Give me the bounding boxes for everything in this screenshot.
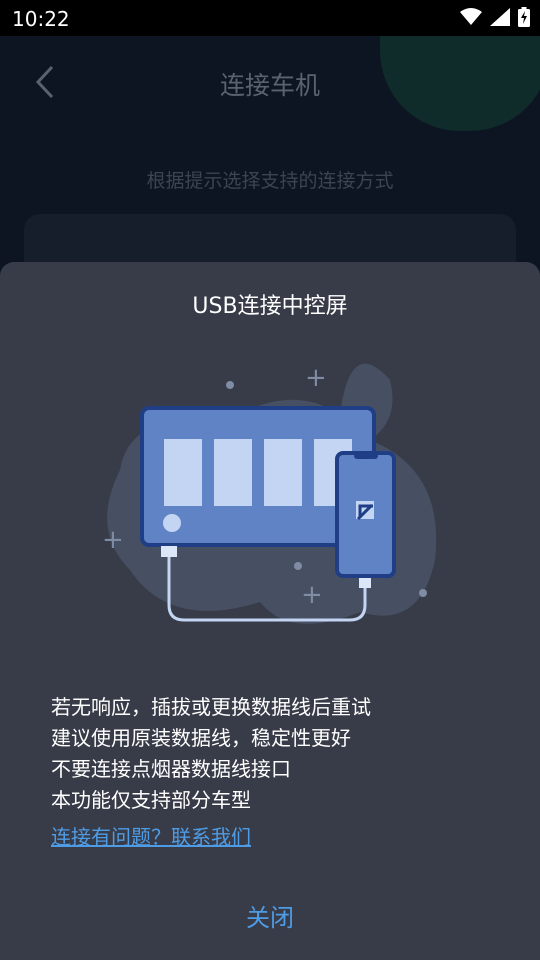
tip-line: 若无响应，插拔或更换数据线后重试 (51, 695, 371, 719)
usb-connection-dialog: USB连接中控屏 + + + 若无响应，插拔或更换数据线后重试 建议使用原装数据… (0, 262, 540, 960)
tip-line: 建议使用原装数据线，稳定性更好 (51, 726, 351, 750)
plus-icon: + (305, 363, 327, 393)
tip-line: 本功能仅支持部分车型 (51, 788, 251, 812)
usb-connection-illustration: + + + (102, 363, 437, 624)
tips-list: 若无响应，插拔或更换数据线后重试 建议使用原装数据线，稳定性更好 不要连接点烟器… (51, 692, 371, 816)
dot-icon (226, 381, 234, 389)
dot-icon (294, 562, 302, 570)
contact-us-link[interactable]: 连接有问题？联系我们 (51, 821, 251, 850)
status-time: 10:22 (12, 7, 70, 31)
battery-charging-icon (518, 7, 530, 27)
plus-icon: + (301, 580, 323, 610)
page-title: 连接车机 (219, 71, 320, 100)
signal-icon (490, 8, 510, 26)
close-button[interactable]: 关闭 (0, 898, 540, 933)
page-subtitle: 根据提示选择支持的连接方式 (146, 170, 394, 192)
plus-icon: + (102, 525, 124, 555)
dialog-title: USB连接中控屏 (192, 294, 348, 319)
tip-line: 不要连接点烟器数据线接口 (51, 757, 291, 781)
dot-icon (419, 589, 427, 597)
status-icons (460, 7, 530, 27)
wifi-icon (460, 8, 482, 25)
status-bar: 10:22 (0, 0, 540, 36)
usb-plug-icon (161, 546, 177, 557)
